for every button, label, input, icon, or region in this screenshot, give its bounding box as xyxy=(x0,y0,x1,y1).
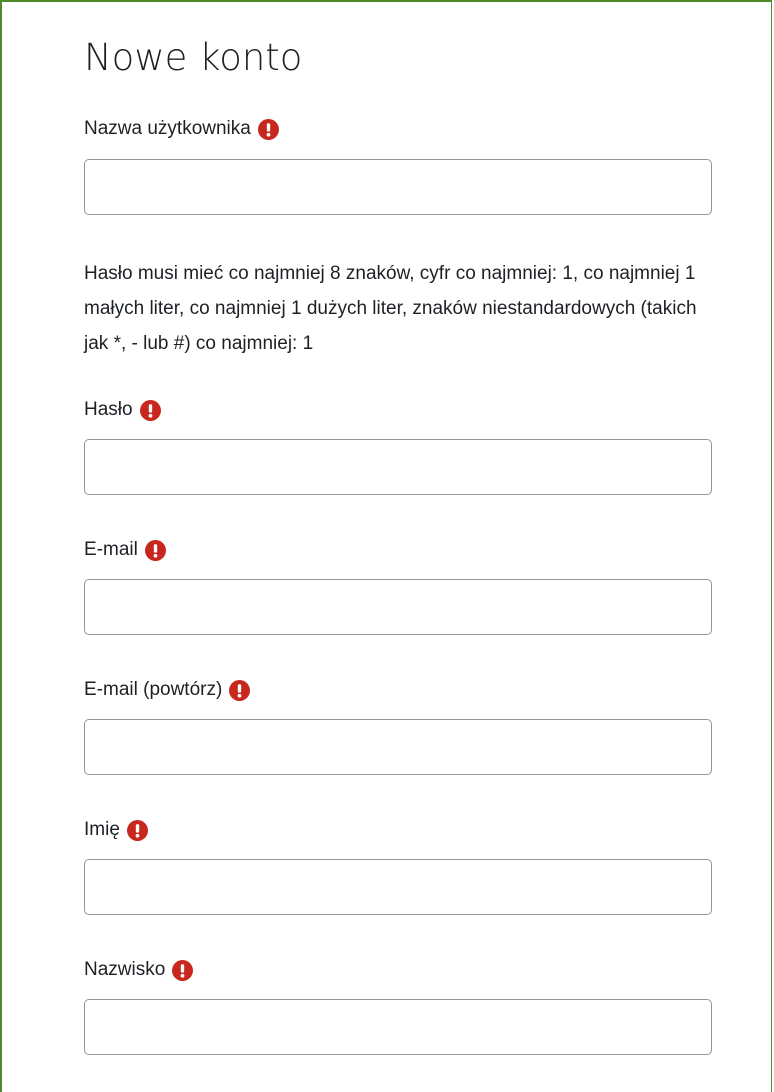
page-frame: Nowe konto Nazwa użytkownika Hasło musi … xyxy=(0,0,772,1092)
email-repeat-label: E-mail (powtórz) xyxy=(84,678,251,702)
last-name-label: Nazwisko xyxy=(84,958,194,982)
required-icon xyxy=(229,679,251,701)
last-name-label-text: Nazwisko xyxy=(84,959,166,980)
password-label-text: Hasło xyxy=(84,399,133,420)
email-label: E-mail xyxy=(84,538,166,562)
first-name-input[interactable] xyxy=(84,859,712,915)
username-label-text: Nazwa użytkownika xyxy=(84,118,251,139)
email-input[interactable] xyxy=(84,579,712,635)
username-input[interactable] xyxy=(84,159,712,215)
email-repeat-input[interactable] xyxy=(84,719,712,775)
password-label: Hasło xyxy=(84,398,161,422)
last-name-input[interactable] xyxy=(84,999,712,1055)
email-label-text: E-mail xyxy=(84,539,138,560)
required-icon xyxy=(172,959,194,981)
first-name-label-text: Imię xyxy=(84,819,120,840)
required-icon xyxy=(257,118,279,140)
password-input[interactable] xyxy=(84,439,712,495)
required-icon xyxy=(126,819,148,841)
email-repeat-label-text: E-mail (powtórz) xyxy=(84,679,223,700)
first-name-label: Imię xyxy=(84,818,148,842)
required-icon xyxy=(139,399,161,421)
page-title: Nowe konto xyxy=(84,36,303,79)
password-policy-text: Hasło musi mieć co najmniej 8 znaków, cy… xyxy=(84,263,697,354)
required-icon xyxy=(144,539,166,561)
username-label: Nazwa użytkownika xyxy=(84,117,279,141)
